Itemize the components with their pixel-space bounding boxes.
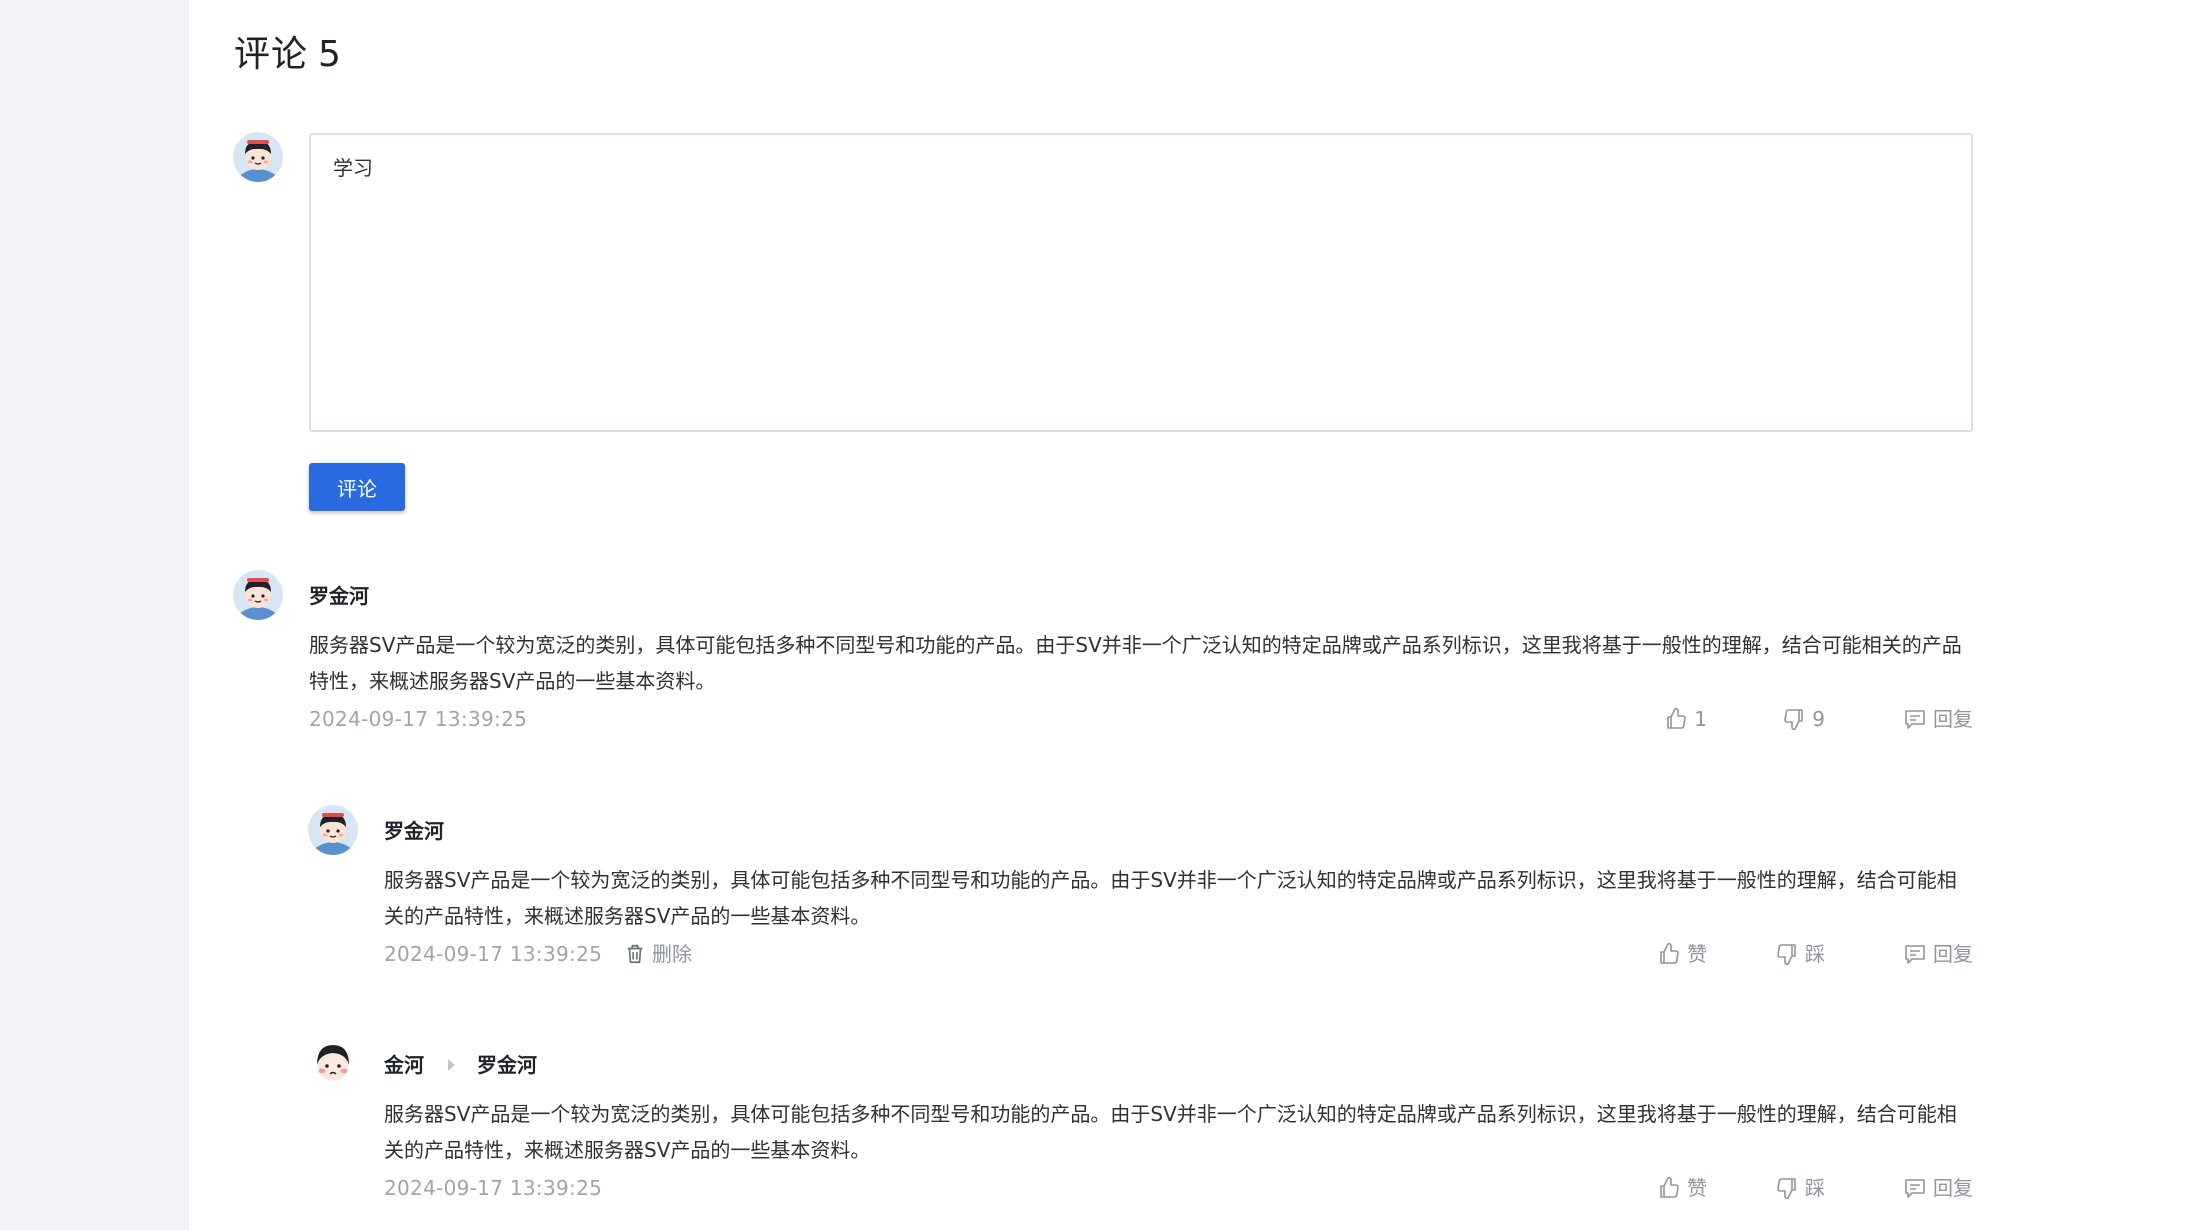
dislike-button[interactable]: 踩 xyxy=(1775,1173,1825,1203)
like-button[interactable]: 赞 xyxy=(1657,1173,1707,1203)
comment-editor[interactable]: 学习 xyxy=(309,133,1973,432)
reply-label: 回复 xyxy=(1933,707,1973,731)
avatar[interactable] xyxy=(308,805,358,855)
comment-author-line: 金河 罗金河 xyxy=(384,1051,537,1079)
comments-count: 5 xyxy=(318,34,342,75)
comments-panel: 评论 5 学习 评论 罗金河 服务器SV产品是一个较为宽泛的类别，具体可能包括多… xyxy=(189,0,2198,1230)
comment-author-line: 罗金河 xyxy=(309,582,369,610)
reply-button[interactable]: 回复 xyxy=(1903,939,1973,969)
delete-label: 删除 xyxy=(652,942,692,966)
comment-meta: 2024-09-17 13:39:25 赞 踩 回复 xyxy=(384,1173,1973,1203)
comment-content: 服务器SV产品是一个较为宽泛的类别，具体可能包括多种不同型号和功能的产品。由于S… xyxy=(309,633,1962,693)
comment-bubble-icon xyxy=(1905,945,1925,964)
like-label: 赞 xyxy=(1687,942,1707,966)
current-user-avatar xyxy=(233,132,283,182)
comment-author[interactable]: 罗金河 xyxy=(384,817,444,845)
dislike-label: 踩 xyxy=(1805,942,1825,966)
comment-meta: 2024-09-17 13:39:25 删除 赞 踩 回复 xyxy=(384,939,1973,969)
dislike-label: 踩 xyxy=(1805,1176,1825,1200)
comment-meta: 2024-09-17 13:39:25 1 9 回复 xyxy=(309,704,1973,734)
reply-label: 回复 xyxy=(1933,1176,1973,1200)
comment-item: 罗金河 服务器SV产品是一个较为宽泛的类别，具体可能包括多种不同型号和功能的产品… xyxy=(308,805,1973,975)
like-button[interactable]: 1 xyxy=(1664,704,1707,734)
caret-right-icon xyxy=(448,1059,455,1071)
thumbs-down-icon xyxy=(1784,709,1804,731)
comment-author[interactable]: 金河 xyxy=(384,1051,424,1079)
dislike-button[interactable]: 9 xyxy=(1782,704,1825,734)
comment-time: 2024-09-17 13:39:25 xyxy=(309,707,528,731)
left-gutter xyxy=(0,0,189,1230)
avatar[interactable] xyxy=(233,570,283,620)
comments-title: 评论 5 xyxy=(234,30,342,80)
comment-time: 2024-09-17 13:39:25 xyxy=(384,1176,603,1200)
thumbs-down-icon xyxy=(1777,944,1796,966)
avatar-boy-icon xyxy=(233,570,283,620)
comment-item: 罗金河 服务器SV产品是一个较为宽泛的类别，具体可能包括多种不同型号和功能的产品… xyxy=(233,570,1973,740)
dislike-count: 9 xyxy=(1812,707,1825,731)
thumbs-up-icon xyxy=(1660,942,1679,964)
comment-author-line: 罗金河 xyxy=(384,817,444,845)
page: 评论 5 学习 评论 罗金河 服务器SV产品是一个较为宽泛的类别，具体可能包括多… xyxy=(0,0,2198,1230)
comment-bubble-icon xyxy=(1905,1179,1925,1198)
comment-textarea[interactable]: 学习 xyxy=(311,135,1971,430)
comment-content: 服务器SV产品是一个较为宽泛的类别，具体可能包括多种不同型号和功能的产品。由于S… xyxy=(384,868,1957,928)
reply-button[interactable]: 回复 xyxy=(1903,1173,1973,1203)
thumbs-down-icon xyxy=(1777,1178,1796,1200)
comment-bubble-icon xyxy=(1905,710,1925,729)
comments-title-label: 评论 xyxy=(234,34,309,75)
avatar-boy-icon xyxy=(308,805,358,855)
trash-icon xyxy=(627,944,643,964)
reply-label: 回复 xyxy=(1933,942,1973,966)
comment-item: 金河 罗金河 服务器SV产品是一个较为宽泛的类别，具体可能包括多种不同型号和功能… xyxy=(308,1039,1973,1209)
thumbs-up-icon xyxy=(1660,1176,1679,1198)
delete-button[interactable]: 删除 xyxy=(624,939,692,969)
reply-button[interactable]: 回复 xyxy=(1903,704,1973,734)
avatar[interactable] xyxy=(308,1039,358,1089)
like-label: 赞 xyxy=(1687,1176,1707,1200)
reply-to-author[interactable]: 罗金河 xyxy=(477,1051,537,1079)
dislike-button[interactable]: 踩 xyxy=(1775,939,1825,969)
thumbs-up-icon xyxy=(1667,707,1687,729)
avatar-girl-icon xyxy=(308,1039,358,1089)
comment-content: 服务器SV产品是一个较为宽泛的类别，具体可能包括多种不同型号和功能的产品。由于S… xyxy=(384,1102,1957,1162)
submit-comment-button[interactable]: 评论 xyxy=(309,463,405,511)
comment-time: 2024-09-17 13:39:25 xyxy=(384,942,603,966)
like-count: 1 xyxy=(1694,707,1707,731)
avatar-boy-icon xyxy=(233,132,283,182)
like-button[interactable]: 赞 xyxy=(1657,939,1707,969)
comment-author[interactable]: 罗金河 xyxy=(309,582,369,610)
